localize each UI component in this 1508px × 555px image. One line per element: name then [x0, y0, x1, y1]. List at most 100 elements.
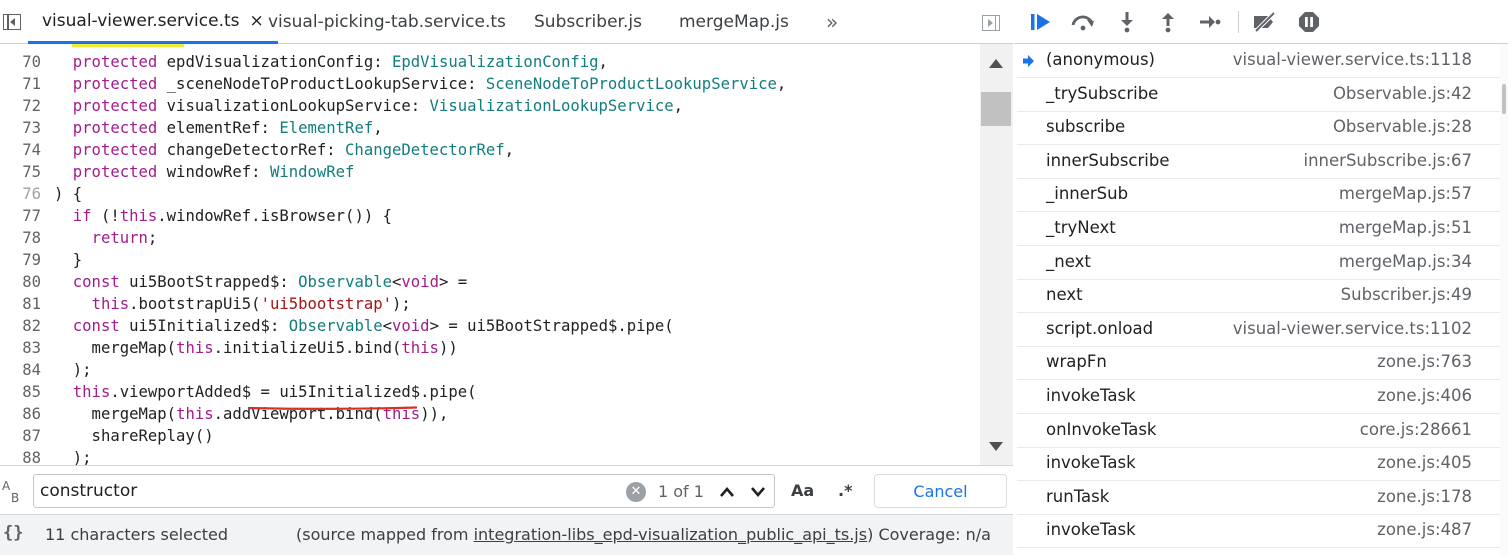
code-line[interactable]: 77 if (!this.windowRef.isBrowser()) { — [0, 205, 980, 227]
line-number[interactable]: 86 — [0, 403, 41, 425]
tab-visual-picking-tab-service[interactable]: visual-picking-tab.service.ts — [268, 0, 506, 44]
pretty-print-icon[interactable]: {} — [3, 523, 23, 543]
line-number[interactable]: 75 — [0, 161, 41, 183]
step-into-button[interactable] — [1113, 9, 1141, 35]
frame-location[interactable]: mergeMap.js:57 — [1339, 184, 1472, 203]
code-line[interactable]: 83 mergeMap(this.initializeUi5.bind(this… — [0, 337, 980, 359]
editor-vertical-scrollbar[interactable] — [980, 44, 1013, 465]
frame-location[interactable]: core.js:28661 — [1360, 420, 1472, 439]
call-frame[interactable]: (anonymous) visual-viewer.service.ts:1118 — [1017, 44, 1500, 78]
next-match-button[interactable] — [745, 479, 771, 505]
line-number[interactable]: 85 — [0, 381, 41, 403]
match-case-button[interactable]: Aa — [791, 481, 814, 500]
frame-location[interactable]: Subscriber.js:49 — [1341, 285, 1472, 304]
line-number[interactable]: 78 — [0, 227, 41, 249]
line-number[interactable]: 83 — [0, 337, 41, 359]
toggle-debugger-button[interactable] — [980, 13, 1002, 33]
code-line[interactable]: 87 shareReplay() — [0, 425, 980, 447]
tab-mergemap-js[interactable]: mergeMap.js — [679, 0, 789, 44]
line-number[interactable]: 84 — [0, 359, 41, 381]
call-frame[interactable]: _next mergeMap.js:34 — [1017, 246, 1500, 280]
frame-location[interactable]: zone.js:406 — [1377, 386, 1472, 405]
deactivate-breakpoints-button[interactable] — [1251, 9, 1279, 35]
line-number[interactable]: 72 — [0, 95, 41, 117]
line-number[interactable]: 70 — [0, 51, 41, 73]
step-over-button[interactable] — [1069, 9, 1097, 35]
regex-button[interactable]: .* — [838, 481, 852, 500]
toggle-navigator-button[interactable] — [0, 9, 24, 35]
frame-location[interactable]: zone.js:178 — [1377, 487, 1472, 506]
code-line[interactable]: 73 protected elementRef: ElementRef, — [0, 117, 980, 139]
call-frame[interactable]: _innerSub mergeMap.js:57 — [1017, 178, 1500, 213]
frame-location[interactable]: visual-viewer.service.ts:1118 — [1233, 50, 1472, 69]
call-frame[interactable]: onInvokeTask core.js:28661 — [1017, 414, 1500, 448]
source-map-link[interactable]: integration-libs_epd-visualization_publi… — [474, 525, 868, 544]
scrollbar-thumb[interactable] — [1502, 84, 1506, 114]
call-stack-scrollbar[interactable] — [1500, 44, 1508, 555]
code-line[interactable]: 84 ); — [0, 359, 980, 381]
code-line[interactable]: 78 return; — [0, 227, 980, 249]
frame-location[interactable]: zone.js:763 — [1377, 352, 1472, 371]
line-number[interactable]: 74 — [0, 139, 41, 161]
call-frame[interactable]: _tryNext mergeMap.js:51 — [1017, 212, 1500, 246]
code-line[interactable]: 72 protected visualizationLookupService:… — [0, 95, 980, 117]
code-line[interactable]: 86 mergeMap(this.addViewport.bind(this))… — [0, 403, 980, 425]
call-frame[interactable]: invokeTask zone.js:487 — [1017, 514, 1500, 549]
line-number[interactable]: 79 — [0, 249, 41, 271]
code-line[interactable]: 88 ); — [0, 447, 980, 465]
frame-location[interactable]: visual-viewer.service.ts:1102 — [1233, 319, 1472, 338]
frame-location[interactable]: Observable.js:42 — [1333, 84, 1472, 103]
line-number[interactable]: 81 — [0, 293, 41, 315]
previous-match-button[interactable] — [714, 479, 740, 505]
scroll-up-arrow-icon[interactable] — [989, 59, 1003, 68]
code-line[interactable]: 70 protected epdVisualizationConfig: Epd… — [0, 51, 980, 73]
call-frame[interactable]: _trySubscribe Observable.js:42 — [1017, 78, 1500, 112]
cancel-search-button[interactable]: Cancel — [874, 474, 1007, 508]
frame-location[interactable]: Observable.js:28 — [1333, 117, 1472, 136]
step-out-button[interactable] — [1154, 9, 1182, 35]
line-number[interactable]: 71 — [0, 73, 41, 95]
scrollbar-thumb[interactable] — [981, 92, 1011, 126]
call-frame[interactable]: runTask zone.js:178 — [1017, 481, 1500, 515]
call-frame[interactable]: next Subscriber.js:49 — [1017, 279, 1500, 314]
step-button[interactable] — [1196, 9, 1224, 35]
more-tabs-chevron-icon[interactable]: » — [826, 10, 838, 34]
resume-button[interactable] — [1027, 9, 1055, 35]
line-number[interactable]: 80 — [0, 271, 41, 293]
code-line[interactable]: 80 const ui5BootStrapped$: Observable<vo… — [0, 271, 980, 293]
code-line[interactable]: 82 const ui5Initialized$: Observable<voi… — [0, 315, 980, 337]
frame-location[interactable]: zone.js:405 — [1377, 453, 1472, 472]
frame-location[interactable]: zone.js:487 — [1377, 520, 1472, 539]
tab-subscriber-js[interactable]: Subscriber.js — [534, 0, 642, 44]
line-number[interactable]: 77 — [0, 205, 41, 227]
search-input[interactable] — [40, 479, 610, 503]
line-number[interactable]: 88 — [0, 447, 41, 465]
call-frame[interactable]: wrapFn zone.js:763 — [1017, 346, 1500, 381]
call-frame[interactable]: innerSubscribe innerSubscribe.js:67 — [1017, 145, 1500, 179]
code-line[interactable]: 75 protected windowRef: WindowRef — [0, 161, 980, 183]
code-line[interactable]: 79 } — [0, 249, 980, 271]
tab-visual-viewer-service[interactable]: visual-viewer.service.ts × — [28, 0, 278, 44]
replace-toggle-icon[interactable]: AB — [0, 480, 24, 504]
line-number[interactable]: 73 — [0, 117, 41, 139]
pause-on-exceptions-button[interactable] — [1295, 9, 1323, 35]
line-number[interactable]: 76 — [0, 183, 41, 205]
line-number[interactable]: 82 — [0, 315, 41, 337]
frame-location[interactable]: mergeMap.js:34 — [1339, 252, 1472, 271]
call-frame[interactable]: script.onload visual-viewer.service.ts:11… — [1017, 313, 1500, 347]
clear-search-icon[interactable]: ✕ — [626, 482, 646, 502]
call-frame[interactable]: subscribe Observable.js:28 — [1017, 111, 1500, 146]
close-tab-icon[interactable]: × — [250, 11, 264, 31]
line-number[interactable]: 87 — [0, 425, 41, 447]
code-line[interactable]: 85 this.viewportAdded$ = ui5Initialized$… — [0, 381, 980, 403]
frame-location[interactable]: innerSubscribe.js:67 — [1304, 151, 1472, 170]
code-line[interactable]: 74 protected changeDetectorRef: ChangeDe… — [0, 139, 980, 161]
frame-location[interactable]: mergeMap.js:51 — [1339, 218, 1472, 237]
code-editor[interactable]: 70 protected epdVisualizationConfig: Epd… — [0, 44, 980, 465]
code-line[interactable]: 71 protected _sceneNodeToProductLookupSe… — [0, 73, 980, 95]
scroll-down-arrow-icon[interactable] — [989, 442, 1003, 451]
call-frame[interactable]: invokeTask zone.js:406 — [1017, 380, 1500, 414]
code-line[interactable]: 76) { — [0, 183, 980, 205]
code-line[interactable]: 81 this.bootstrapUi5('ui5bootstrap'); — [0, 293, 980, 315]
call-frame[interactable]: invokeTask zone.js:405 — [1017, 447, 1500, 482]
